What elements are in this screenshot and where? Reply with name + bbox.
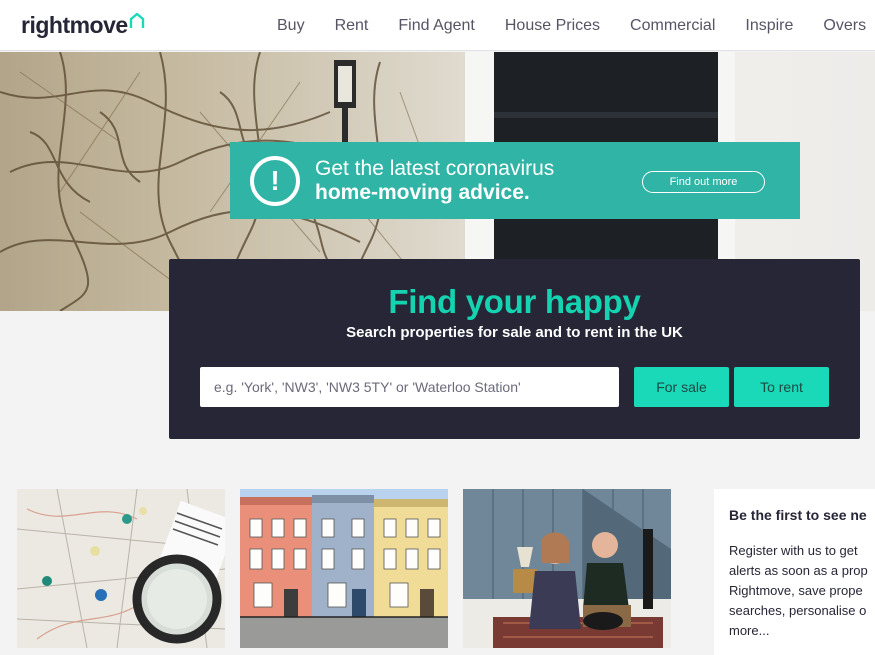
search-panel: Find your happy Search properties for sa… bbox=[169, 259, 860, 439]
lantern-image bbox=[328, 52, 362, 147]
find-out-more-button[interactable]: Find out more bbox=[642, 171, 765, 193]
promo-body: Register with us to get alerts as soon a… bbox=[729, 541, 875, 641]
location-search-input[interactable] bbox=[200, 367, 619, 407]
house-logo-icon bbox=[129, 12, 144, 28]
promo-line: alerts as soon as a prop bbox=[729, 563, 868, 578]
for-sale-button[interactable]: For sale bbox=[634, 367, 729, 407]
search-subtitle: Search properties for sale and to rent i… bbox=[346, 324, 683, 341]
logo-text: rightmove bbox=[21, 12, 128, 38]
promo-line: Register with us to get bbox=[729, 543, 858, 558]
map-magnifier-card-image[interactable] bbox=[17, 489, 225, 648]
nav-rent[interactable]: Rent bbox=[320, 17, 384, 35]
promo-line: searches, personalise o bbox=[729, 603, 867, 618]
promo-more-link[interactable]: more... bbox=[729, 621, 875, 641]
site-header: rightmove Buy Rent Find Agent House Pric… bbox=[0, 0, 875, 51]
nav-overseas[interactable]: Overs bbox=[808, 17, 875, 35]
banner-line-2: home-moving advice. bbox=[315, 181, 530, 204]
nav-inspire[interactable]: Inspire bbox=[730, 17, 808, 35]
to-rent-button[interactable]: To rent bbox=[734, 367, 829, 407]
main-nav: Buy Rent Find Agent House Prices Commerc… bbox=[262, 0, 875, 51]
nav-buy[interactable]: Buy bbox=[262, 17, 320, 35]
nav-house-prices[interactable]: House Prices bbox=[490, 17, 615, 35]
nav-commercial[interactable]: Commercial bbox=[615, 17, 730, 35]
rightmove-logo[interactable]: rightmove bbox=[21, 12, 145, 39]
nav-find-agent[interactable]: Find Agent bbox=[383, 17, 490, 35]
search-headline: Find your happy bbox=[388, 283, 641, 320]
promo-title: Be the first to see ne bbox=[729, 507, 867, 523]
colourful-houses-card-image[interactable] bbox=[240, 489, 448, 648]
exclamation-icon: ! bbox=[250, 156, 300, 206]
couple-at-home-card-image[interactable] bbox=[463, 489, 671, 648]
promo-line: Rightmove, save prope bbox=[729, 583, 863, 598]
register-promo-box: Be the first to see ne Register with us … bbox=[714, 489, 875, 655]
banner-line-1: Get the latest coronavirus bbox=[315, 157, 555, 180]
coronavirus-banner[interactable]: ! Get the latest coronavirus home-moving… bbox=[230, 142, 800, 219]
